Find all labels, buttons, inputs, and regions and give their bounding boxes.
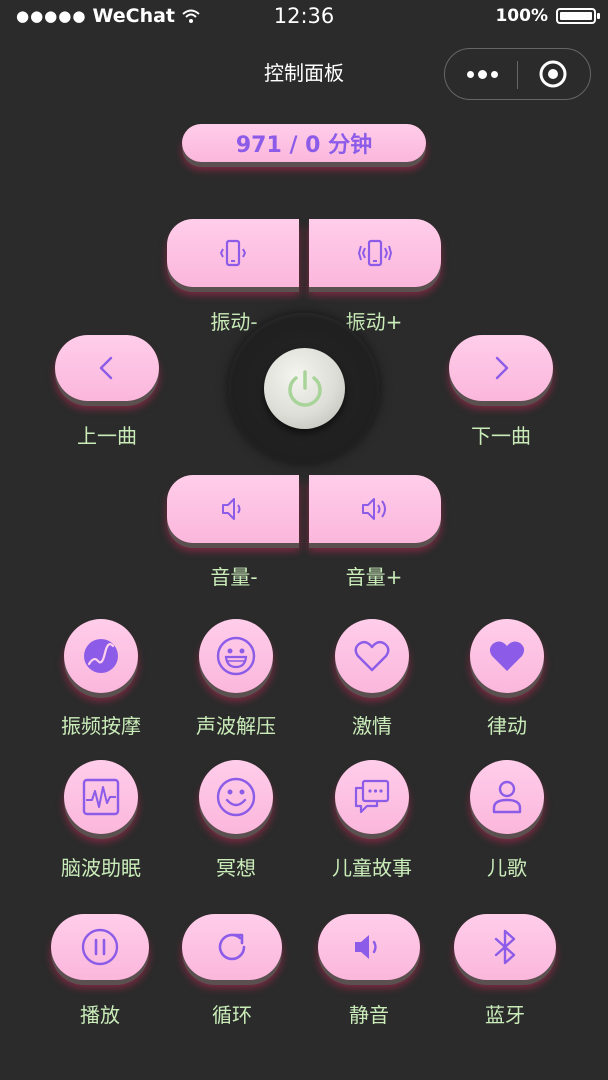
capsule-divider bbox=[517, 61, 518, 89]
more-button[interactable] bbox=[463, 63, 501, 85]
mode-label: 儿童故事 bbox=[332, 856, 412, 880]
vibration-plus-button[interactable] bbox=[309, 219, 441, 287]
speaker-icon bbox=[355, 935, 377, 959]
volume-down-button[interactable] bbox=[167, 475, 299, 543]
control-label: 静音 bbox=[349, 1003, 389, 1027]
mode-soundwave-button[interactable] bbox=[199, 619, 273, 693]
mode-story-button[interactable] bbox=[335, 760, 409, 834]
status-bar: ●●●●● WeChat 12:36 100% bbox=[0, 0, 608, 34]
mode-label: 激情 bbox=[352, 714, 392, 738]
more-dot-icon bbox=[477, 69, 487, 79]
volume-high-icon bbox=[362, 498, 386, 520]
mini-program-capsule bbox=[444, 48, 591, 100]
timer-text: 971 / 0 分钟 bbox=[235, 133, 373, 158]
mode-kids-song-button[interactable] bbox=[470, 760, 544, 834]
target-icon bbox=[539, 60, 567, 88]
next-track-label: 下一曲 bbox=[471, 424, 531, 448]
heart-filled-icon bbox=[489, 641, 525, 671]
bluetooth-icon bbox=[494, 929, 516, 965]
phone-vibrate-low-icon bbox=[219, 239, 247, 267]
battery-group: 100% bbox=[495, 6, 600, 26]
mode-meditation-button[interactable] bbox=[199, 760, 273, 834]
volume-low-icon bbox=[222, 498, 241, 520]
mode-label: 律动 bbox=[487, 714, 527, 738]
more-dot-icon bbox=[490, 70, 498, 78]
next-track-button[interactable] bbox=[449, 335, 553, 401]
mode-passion-button[interactable] bbox=[335, 619, 409, 693]
power-icon bbox=[287, 369, 322, 407]
loop-button[interactable] bbox=[182, 914, 282, 980]
heart-outline-icon bbox=[354, 640, 390, 672]
volume-up-button[interactable] bbox=[309, 475, 441, 543]
power-button[interactable] bbox=[264, 348, 345, 429]
volume-up-label: 音量+ bbox=[345, 565, 403, 589]
mode-label: 振频按摩 bbox=[61, 714, 141, 738]
control-label: 播放 bbox=[80, 1003, 120, 1027]
smile-icon bbox=[216, 777, 256, 817]
control-label: 蓝牙 bbox=[485, 1003, 525, 1027]
close-button[interactable] bbox=[538, 59, 568, 89]
bluetooth-button[interactable] bbox=[454, 914, 556, 980]
control-label: 循环 bbox=[212, 1003, 252, 1027]
mode-label: 声波解压 bbox=[196, 714, 276, 738]
chevron-left-icon bbox=[99, 356, 113, 380]
battery-level bbox=[560, 12, 592, 20]
more-dot-icon bbox=[466, 70, 474, 78]
mode-label: 儿歌 bbox=[487, 856, 527, 880]
loop-icon bbox=[218, 933, 246, 961]
chat-bubble-icon bbox=[354, 779, 390, 814]
waveform-icon bbox=[82, 778, 120, 816]
battery-icon bbox=[556, 8, 600, 24]
volume-down-label: 音量- bbox=[210, 565, 258, 589]
mode-label: 冥想 bbox=[216, 856, 256, 880]
timer-display: 971 / 0 分钟 bbox=[182, 124, 426, 162]
mute-button[interactable] bbox=[318, 914, 420, 980]
previous-track-label: 上一曲 bbox=[77, 424, 137, 448]
vibration-minus-button[interactable] bbox=[167, 219, 299, 287]
pause-icon bbox=[81, 928, 119, 966]
mode-massage-button[interactable] bbox=[64, 619, 138, 693]
battery-percent: 100% bbox=[495, 6, 548, 26]
play-pause-button[interactable] bbox=[51, 914, 149, 980]
mode-sleep-button[interactable] bbox=[64, 760, 138, 834]
chevron-right-icon bbox=[495, 356, 509, 380]
mode-label: 脑波助眠 bbox=[61, 856, 141, 880]
massage-icon bbox=[84, 639, 118, 673]
phone-vibrate-high-icon bbox=[357, 239, 393, 267]
previous-track-button[interactable] bbox=[55, 335, 159, 401]
smile-grin-icon bbox=[216, 636, 256, 676]
mode-rhythm-button[interactable] bbox=[470, 619, 544, 693]
user-icon bbox=[492, 780, 522, 814]
